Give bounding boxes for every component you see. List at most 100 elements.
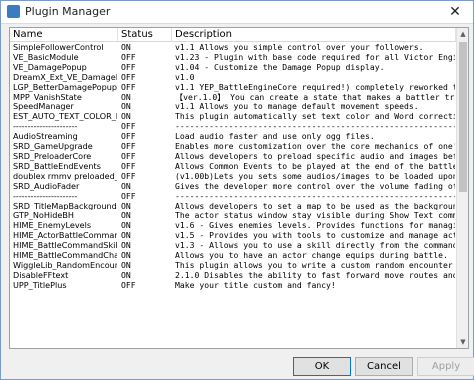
apply-button[interactable]: Apply xyxy=(417,357,474,376)
scroll-up-icon[interactable]: ▲ xyxy=(457,28,468,40)
plugin-status-cell: OFF xyxy=(121,141,136,151)
scroll-down-icon[interactable]: ▼ xyxy=(457,336,468,348)
plugin-name-cell: UPP_TitlePlus xyxy=(13,279,67,290)
plugin-status-cell: ON xyxy=(121,259,131,270)
table-row[interactable]: ---------------------- OFF ---------------… xyxy=(10,191,456,201)
table-row[interactable]: ---------------------- OFF ---------------… xyxy=(10,121,456,131)
plugin-description-cell: ----------------------------------------… xyxy=(175,121,455,132)
table-row[interactable]: SpeedManager ON v1.1 Allows you to manage … xyxy=(10,101,456,111)
plugin-description-cell: v1.5 - Provides you with tools to custom… xyxy=(175,230,455,241)
plugin-status-cell: ON xyxy=(121,111,131,122)
table-body: SimpleFollowerControl ON v1.1 Allows you s… xyxy=(10,42,456,290)
plugin-manager-window: Plugin Manager ✕ Name Status Description… xyxy=(0,0,474,380)
plugin-name-cell: MPP_VanishState xyxy=(13,91,82,102)
plugin-status-cell: OFF xyxy=(121,61,136,72)
table-row[interactable]: HIME_EnemyLevels ON v1.6 - Gives enemies l… xyxy=(10,220,456,230)
ok-button[interactable]: OK xyxy=(293,357,351,376)
plugin-name-cell: HIME_EnemyLevels xyxy=(13,220,92,231)
plugin-status-cell: ON xyxy=(121,269,131,280)
column-header-description[interactable]: Description xyxy=(172,28,456,41)
plugin-status-cell: OFF xyxy=(121,71,136,82)
plugin-description-cell: This plugin automatically set text color… xyxy=(175,111,455,122)
plugin-description-cell: v1.1 Allows you simple control over your… xyxy=(175,42,424,52)
plugin-table: Name Status Description SimpleFollowerCo… xyxy=(9,27,469,349)
plugin-name-cell: HIME_ActorBattleCommands xyxy=(13,230,117,241)
title-bar: Plugin Manager ✕ xyxy=(1,1,473,24)
plugin-status-cell: ON xyxy=(121,180,131,191)
plugin-name-cell: HIME_BattleCommandChangeEquip xyxy=(13,250,117,260)
plugin-status-cell: OFF xyxy=(121,190,136,201)
plugin-status-cell: OFF xyxy=(121,150,136,161)
scrollbar-thumb[interactable] xyxy=(459,42,467,192)
plugin-status-cell: OFF xyxy=(121,131,136,142)
plugin-description-cell: Load audio faster and use only ogg files… xyxy=(175,131,375,142)
plugin-status-cell: ON xyxy=(121,101,131,112)
plugin-status-cell: ON xyxy=(121,42,131,52)
cancel-button[interactable]: Cancel xyxy=(355,357,413,376)
column-header-status[interactable]: Status xyxy=(118,28,172,41)
table-row[interactable]: HIME_ActorBattleCommands ON v1.5 - Provide… xyxy=(10,230,456,240)
plugin-status-cell: ON xyxy=(121,230,131,241)
table-row[interactable]: AudioStreaming OFF Load audio faster and u… xyxy=(10,131,456,141)
plugin-status-cell: OFF xyxy=(121,160,136,171)
table-row[interactable]: DisableFFtext ON 2.1.0 Disables the abilit… xyxy=(10,270,456,280)
plugin-name-cell: SRD_AudioFader xyxy=(13,180,80,191)
plugin-name-cell: AudioStreaming xyxy=(13,131,78,142)
table-row[interactable]: LGP_BetterDamagePopup OFF v1.1 YEP_BattleE… xyxy=(10,82,456,92)
table-row[interactable]: SRD_BattleEndEvents OFF Allows Common Even… xyxy=(10,161,456,171)
table-row[interactable]: EST_AUTO_TEXT_COLOR_PLUGIN ON This plugin … xyxy=(10,111,456,121)
table-row[interactable]: HIME_BattleCommandChangeEquip ON Allows yo… xyxy=(10,250,456,260)
plugin-description-cell: v1.1 YEP_BattleEngineCore required!) com… xyxy=(175,81,455,92)
plugin-description-cell: Gives the developer more control over th… xyxy=(175,180,455,191)
table-row[interactable]: VE_BasicModule OFF v1.23 - Plugin with bas… xyxy=(10,52,456,62)
table-row[interactable]: SimpleFollowerControl ON v1.1 Allows you s… xyxy=(10,42,456,52)
table-row[interactable]: doublex rmmv preloaded_resources OFF (v1.0… xyxy=(10,171,456,181)
plugin-name-cell: WiggleLib_RandomEncounter xyxy=(13,259,117,270)
table-row[interactable]: SRD_TitleMapBackground ON Allows developer… xyxy=(10,201,456,211)
plugin-description-cell: ----------------------------------------… xyxy=(175,190,455,201)
plugin-status-cell: ON xyxy=(121,210,131,221)
plugin-name-cell: GTP_NoHideBH xyxy=(13,210,74,221)
plugin-description-cell: The actor status window stay visible dur… xyxy=(175,210,455,221)
plugin-status-cell: ON xyxy=(121,91,131,102)
table-row[interactable]: MPP_VanishState ON 【ver.1.0】 You can creat… xyxy=(10,92,456,102)
plugin-name-cell: SRD_GameUpgrade xyxy=(13,141,93,151)
plugin-name-cell: EST_AUTO_TEXT_COLOR_PLUGIN xyxy=(13,111,117,122)
plugin-name-cell: SpeedManager xyxy=(13,101,74,112)
plugin-description-cell: Allows you to have an actor change equip… xyxy=(175,250,448,260)
plugin-description-cell: v1.6 - Gives enemies levels. Provides fu… xyxy=(175,220,455,231)
plugin-description-cell: v1.1 Allows you to manage default moveme… xyxy=(175,101,419,112)
plugin-status-cell: ON xyxy=(121,220,131,231)
column-header-name[interactable]: Name xyxy=(10,28,118,41)
plugin-name-cell: SimpleFollowerControl xyxy=(13,42,104,52)
plugin-name-cell: SRD_PreloaderCore xyxy=(13,150,92,161)
table-row[interactable]: SRD_GameUpgrade OFF Enables more customiza… xyxy=(10,141,456,151)
plugin-name-cell: doublex rmmv preloaded_resources xyxy=(13,170,117,181)
plugin-name-cell: VE_BasicModule xyxy=(13,51,79,62)
table-row[interactable]: SRD_AudioFader ON Gives the developer more… xyxy=(10,181,456,191)
vertical-scrollbar[interactable]: ▲ ▼ xyxy=(456,28,468,348)
table-row[interactable]: DreamX_Ext_VE_DamagePopup OFF v1.0 xyxy=(10,72,456,82)
plugin-name-cell: ---------------------- xyxy=(13,121,78,132)
plugin-description-cell: 【ver.1.0】 You can create a state that ma… xyxy=(175,91,455,102)
app-icon xyxy=(7,5,20,18)
plugin-description-cell: Allows developers to set a map to be use… xyxy=(175,200,455,211)
table-row[interactable]: SRD_PreloaderCore OFF Allows developers to… xyxy=(10,151,456,161)
table-row[interactable]: VE_DamagePopup OFF v1.04 - Customize the D… xyxy=(10,62,456,72)
plugin-description-cell: v1.3 - Allows you to use a skill directl… xyxy=(175,240,455,251)
plugin-name-cell: SRD_TitleMapBackground xyxy=(13,200,117,211)
plugin-name-cell: HIME_BattleCommandSkill xyxy=(13,240,117,251)
close-icon[interactable]: ✕ xyxy=(437,1,473,23)
table-header: Name Status Description xyxy=(10,28,468,42)
plugin-description-cell: This plugin allows you to write a custom… xyxy=(175,259,455,270)
table-row[interactable]: GTP_NoHideBH ON The actor status window st… xyxy=(10,210,456,220)
plugin-status-cell: ON xyxy=(121,200,131,211)
plugin-description-cell: v1.23 - Plugin with base code required f… xyxy=(175,51,455,62)
table-row[interactable]: WiggleLib_RandomEncounter ON This plugin a… xyxy=(10,260,456,270)
plugin-description-cell: Allows developers to preload specific au… xyxy=(175,150,455,161)
table-row[interactable]: HIME_BattleCommandSkill ON v1.3 - Allows y… xyxy=(10,240,456,250)
plugin-name-cell: SRD_BattleEndEvents xyxy=(13,160,101,171)
table-row[interactable]: UPP_TitlePlus OFF Make your title custom a… xyxy=(10,280,456,290)
plugin-name-cell: LGP_BetterDamagePopup xyxy=(13,81,117,92)
plugin-name-cell: DreamX_Ext_VE_DamagePopup xyxy=(13,71,117,82)
